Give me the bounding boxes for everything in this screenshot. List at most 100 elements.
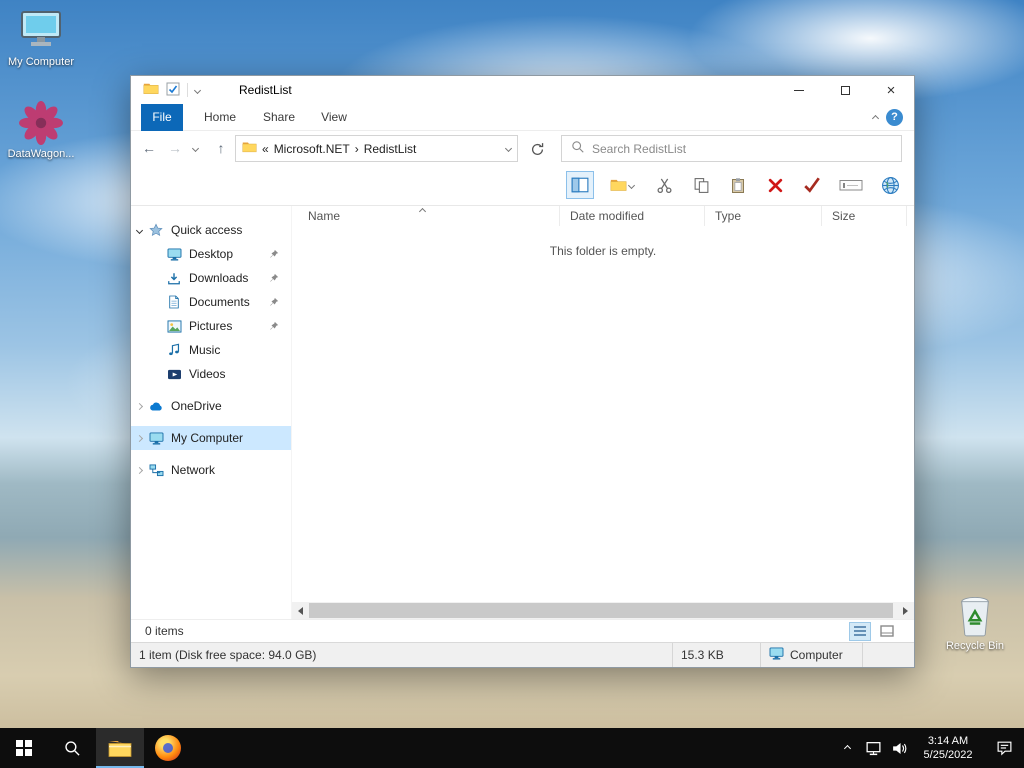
pin-icon <box>269 296 279 310</box>
chevron-down-icon[interactable] <box>193 86 202 94</box>
close-button[interactable]: × <box>868 76 914 104</box>
music-note-icon <box>165 343 183 357</box>
preview-pane-button[interactable] <box>566 171 594 199</box>
clipboard-icon <box>732 177 744 193</box>
sidebar-item-label: Desktop <box>189 247 234 261</box>
paste-button[interactable] <box>724 171 752 199</box>
new-folder-button[interactable] <box>603 171 641 199</box>
new-folder-icon <box>610 179 627 191</box>
sidebar-item-network[interactable]: Network <box>131 458 291 482</box>
sidebar-item-music[interactable]: Music <box>131 338 291 362</box>
sidebar-item-my-computer[interactable]: My Computer <box>131 426 291 450</box>
pin-icon <box>269 272 279 286</box>
folder-icon <box>242 141 257 156</box>
breadcrumb-redistlist[interactable]: RedistList <box>364 142 417 156</box>
chevron-right-icon[interactable] <box>135 402 143 410</box>
network-tray-button[interactable] <box>860 728 886 768</box>
delete-button[interactable] <box>761 171 789 199</box>
copy-button[interactable] <box>687 171 715 199</box>
notification-icon <box>997 741 1011 756</box>
pictures-icon <box>165 319 183 333</box>
desktop-icon-label: Recycle Bin <box>945 640 1005 652</box>
column-header-name[interactable]: Name <box>292 206 560 226</box>
sidebar-item-documents[interactable]: Documents <box>131 290 291 314</box>
horizontal-scrollbar[interactable] <box>292 602 914 619</box>
preview-pane-icon <box>571 177 589 193</box>
volume-tray-button[interactable] <box>886 728 912 768</box>
computer-icon <box>2 8 80 54</box>
chevron-right-icon[interactable] <box>135 434 143 442</box>
sidebar-item-downloads[interactable]: Downloads <box>131 266 291 290</box>
taskbar-clock[interactable]: 3:14 AM 5/25/2022 <box>912 728 984 768</box>
large-icons-view-button[interactable] <box>876 622 898 641</box>
pin-icon <box>269 248 279 262</box>
breadcrumb-microsoft-net[interactable]: Microsoft.NET <box>274 142 350 156</box>
breadcrumb-overflow[interactable]: « <box>262 142 269 156</box>
column-header-date-modified[interactable]: Date modified <box>560 206 705 226</box>
taskbar-file-explorer-button[interactable] <box>96 728 144 768</box>
size-section: 15.3 KB <box>673 643 761 667</box>
collapse-ribbon-icon[interactable] <box>871 114 880 123</box>
search-input[interactable] <box>592 141 892 156</box>
chevron-right-icon[interactable] <box>135 466 143 474</box>
desktop-icon-recycle-bin[interactable]: Recycle Bin <box>936 592 1014 652</box>
tab-home[interactable]: Home <box>197 104 243 131</box>
address-bar[interactable]: « Microsoft.NET › RedistList <box>235 135 518 162</box>
column-header-type[interactable]: Type <box>705 206 822 226</box>
chevron-down-icon[interactable] <box>135 226 143 234</box>
scrollbar-thumb[interactable] <box>309 603 893 618</box>
forward-button[interactable]: → <box>163 136 187 160</box>
cut-button[interactable] <box>650 171 678 199</box>
details-view-button[interactable] <box>849 621 871 641</box>
disk-info-section: 1 item (Disk free space: 94.0 GB) <box>131 643 673 667</box>
checkmark-icon <box>804 177 820 193</box>
sidebar-item-quick-access[interactable]: Quick access <box>131 218 291 242</box>
folder-icon[interactable] <box>143 82 159 98</box>
taskbar: 3:14 AM 5/25/2022 <box>0 728 1024 768</box>
help-button[interactable]: ? <box>886 109 903 126</box>
start-button[interactable] <box>0 728 48 768</box>
scroll-right-button[interactable] <box>897 602 914 619</box>
network-globe-button[interactable] <box>876 171 904 199</box>
zone-section: Computer <box>761 643 863 667</box>
tab-file[interactable]: File <box>141 104 183 131</box>
taskbar-search-button[interactable] <box>48 728 96 768</box>
sidebar-item-videos[interactable]: Videos <box>131 362 291 386</box>
tab-share[interactable]: Share <box>255 104 303 131</box>
sidebar-item-pictures[interactable]: Pictures <box>131 314 291 338</box>
sidebar-item-label: Videos <box>189 367 226 381</box>
chevron-down-icon <box>627 181 636 189</box>
maximize-button[interactable] <box>822 76 868 104</box>
search-box[interactable] <box>561 135 902 162</box>
sidebar-item-onedrive[interactable]: OneDrive <box>131 394 291 418</box>
back-button[interactable]: ← <box>137 136 161 160</box>
taskbar-firefox-button[interactable] <box>144 728 192 768</box>
action-center-button[interactable] <box>984 728 1024 768</box>
confirm-button[interactable] <box>798 171 826 199</box>
ethernet-icon <box>865 741 881 755</box>
sidebar-item-desktop[interactable]: Desktop <box>131 242 291 266</box>
sidebar-item-label: My Computer <box>171 431 244 445</box>
address-dropdown-icon[interactable] <box>504 144 513 153</box>
file-list-pane: Name Date modified Type Size This folder… <box>291 206 914 619</box>
tray-overflow-button[interactable] <box>834 728 860 768</box>
details-view-icon <box>854 626 866 636</box>
tab-view[interactable]: View <box>313 104 355 131</box>
system-tray: 3:14 AM 5/25/2022 <box>834 728 1024 768</box>
toolbar-divider <box>187 83 188 97</box>
column-header-size[interactable]: Size <box>822 206 907 226</box>
chevron-up-icon <box>843 744 851 752</box>
recent-locations-icon[interactable] <box>191 144 200 153</box>
minimize-button[interactable] <box>776 76 822 104</box>
clock-date: 5/25/2022 <box>923 749 973 761</box>
properties-check-icon[interactable] <box>166 82 180 99</box>
up-button[interactable]: ↑ <box>209 136 233 160</box>
empty-folder-message: This folder is empty. <box>549 244 657 258</box>
desktop-icon-datawagon[interactable]: DataWagon... <box>2 100 80 160</box>
title-bar[interactable]: RedistList × <box>131 76 914 104</box>
desktop-icon <box>165 247 183 261</box>
desktop-icon-my-computer[interactable]: My Computer <box>2 8 80 68</box>
rename-button[interactable] <box>835 171 867 199</box>
refresh-button[interactable] <box>526 138 548 160</box>
scroll-left-button[interactable] <box>292 602 309 619</box>
